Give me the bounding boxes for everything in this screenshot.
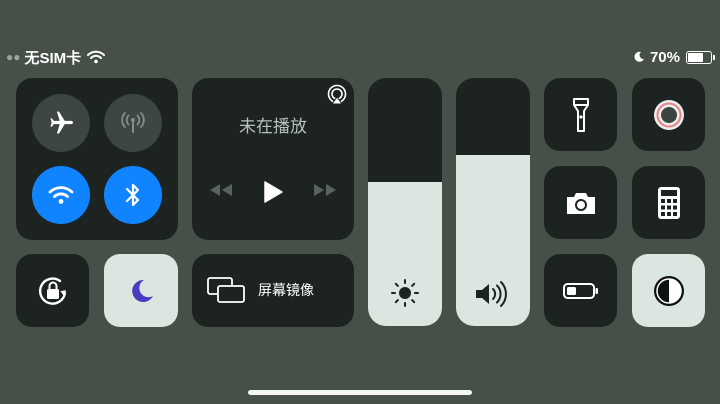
calculator-button[interactable] (632, 166, 705, 239)
battery-icon (686, 50, 715, 64)
wifi-button[interactable] (32, 166, 90, 224)
signal-dots-icon: ●● (6, 50, 21, 64)
cellular-data-button[interactable] (104, 94, 162, 152)
brightness-slider[interactable] (368, 78, 442, 326)
antenna-icon (121, 112, 145, 133)
airplane-icon (50, 111, 74, 134)
media-player-panel (192, 78, 354, 240)
home-indicator[interactable] (248, 390, 472, 395)
rewind-button[interactable] (208, 182, 234, 203)
speaker-icon (456, 280, 530, 308)
record-icon (653, 99, 684, 130)
battery-percent: 70% (649, 48, 680, 66)
flashlight-icon (572, 97, 589, 132)
screen-recording-button[interactable] (632, 78, 705, 151)
carrier-label: 无SIM卡 (24, 49, 82, 67)
bluetooth-icon (125, 183, 140, 207)
dark-mode-button[interactable] (632, 254, 705, 327)
camera-button[interactable] (544, 166, 617, 239)
do-not-disturb-button[interactable] (104, 254, 178, 327)
battery-fill (688, 52, 703, 62)
volume-slider[interactable] (456, 78, 530, 326)
airplay-icon (327, 84, 347, 105)
screen-mirroring-icon (206, 276, 246, 309)
moon-icon (132, 279, 153, 302)
orientation-lock-button[interactable] (16, 254, 89, 327)
dark-mode-icon (653, 275, 684, 306)
wifi-icon (48, 186, 74, 204)
bluetooth-button[interactable] (104, 166, 162, 224)
media-status-text: 未在播放 (239, 117, 307, 136)
rotation-lock-icon (38, 276, 66, 305)
status-bar-right: 70% (633, 46, 715, 68)
fast-forward-icon (314, 184, 336, 196)
flashlight-button[interactable] (544, 78, 617, 151)
wifi-status-icon (87, 50, 106, 64)
connectivity-panel (16, 78, 178, 240)
low-power-mode-button[interactable] (544, 254, 617, 327)
camera-icon (566, 192, 595, 214)
sun-icon (368, 278, 442, 308)
rewind-icon (210, 184, 232, 196)
calculator-icon (657, 186, 680, 219)
airplane-mode-button[interactable] (32, 94, 90, 152)
airplay-button[interactable] (326, 84, 348, 111)
moon-status-icon (633, 51, 645, 63)
screen-mirroring-label: 屏幕镜像 (258, 282, 314, 298)
battery-icon (562, 282, 598, 299)
play-button[interactable] (262, 180, 284, 209)
play-icon (264, 181, 283, 203)
fast-forward-button[interactable] (312, 182, 338, 203)
status-bar-left: ●● 无SIM卡 (6, 46, 106, 68)
